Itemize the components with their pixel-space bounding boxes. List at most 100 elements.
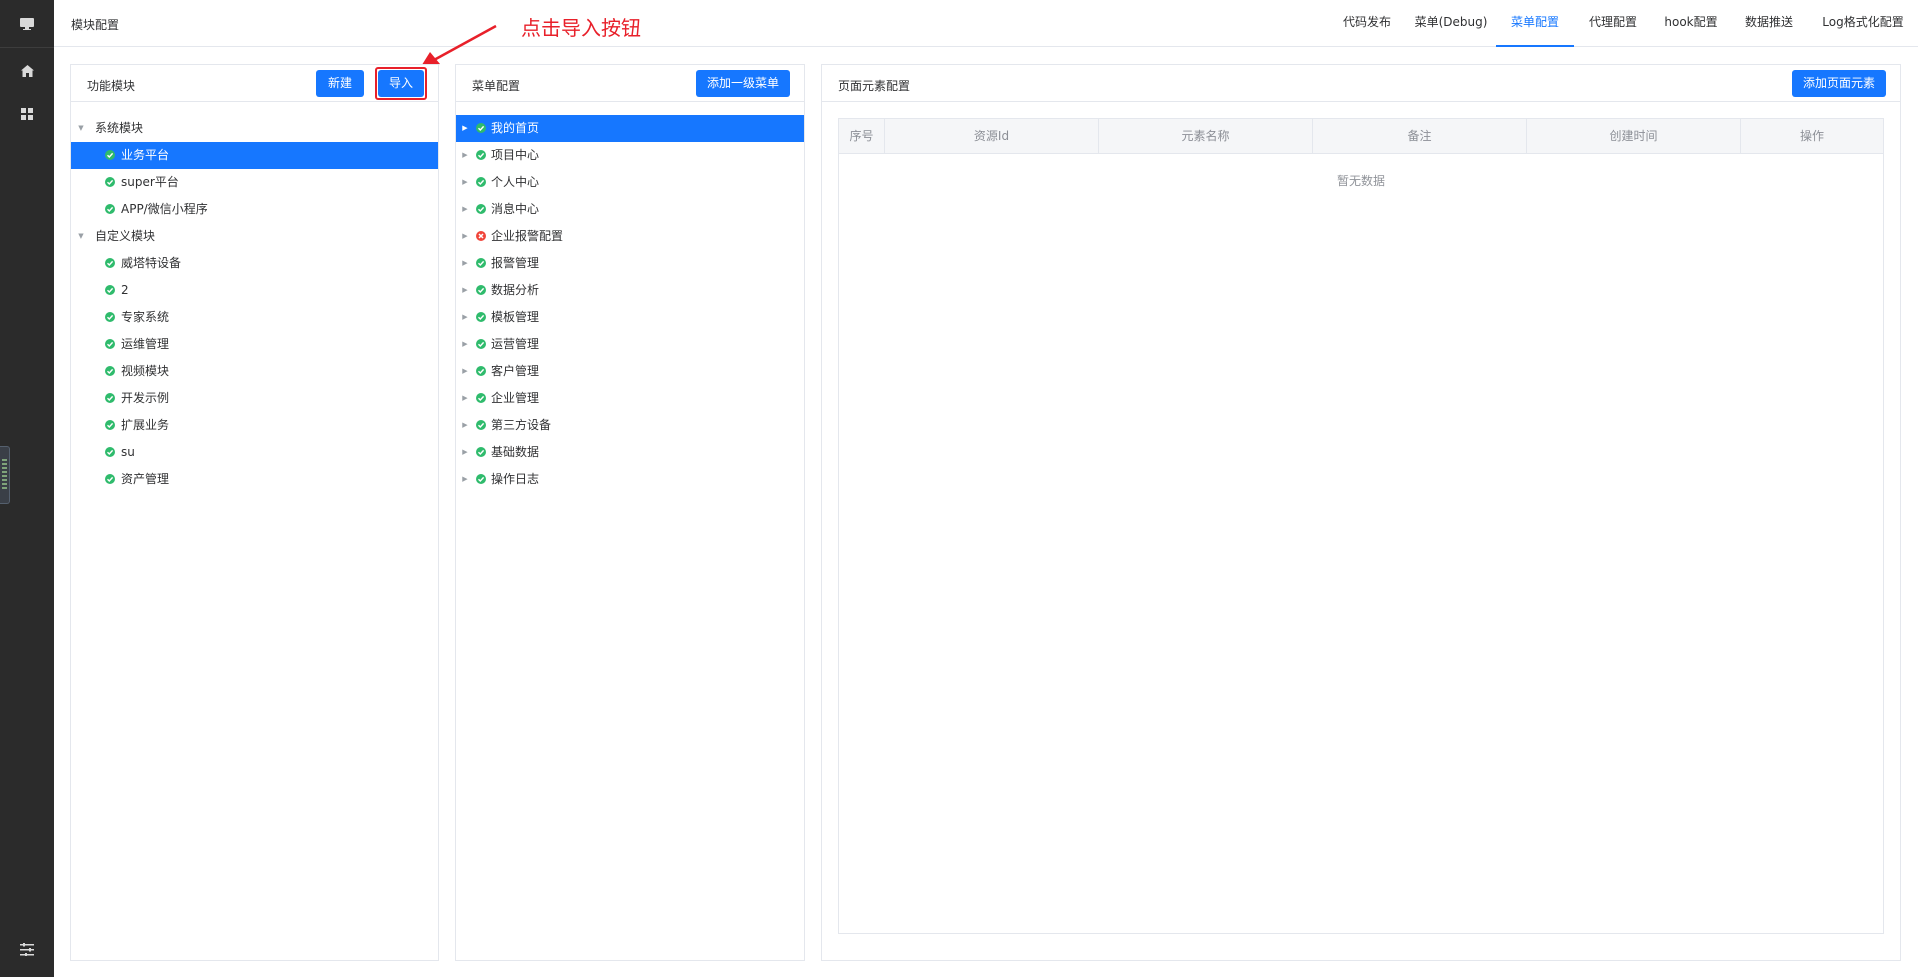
add-top-menu-button[interactable]: 添加一级菜单	[696, 70, 790, 97]
menu-item-label: 我的首页	[491, 121, 540, 135]
menu-item-label: 企业管理	[491, 391, 540, 405]
caret-right-icon[interactable]: ▶	[460, 439, 470, 466]
module-item-label: super平台	[121, 175, 179, 189]
menu-item[interactable]: ▶ 基础数据	[456, 439, 804, 466]
menu-item[interactable]: ▶ 个人中心	[456, 169, 804, 196]
module-item[interactable]: 业务平台	[71, 142, 438, 169]
home-icon[interactable]	[17, 61, 37, 81]
module-item[interactable]: 运维管理	[71, 331, 438, 358]
module-item[interactable]: APP/微信小程序	[71, 196, 438, 223]
caret-down-icon[interactable]: ▼	[76, 223, 86, 250]
module-item[interactable]: 威塔特设备	[71, 250, 438, 277]
tab-3[interactable]: 菜单配置	[1496, 0, 1574, 47]
table-column-header: 元素名称	[1099, 119, 1313, 154]
tree-group[interactable]: ▼ 系统模块	[71, 115, 438, 142]
caret-right-icon[interactable]: ▶	[460, 169, 470, 196]
menu-item-label: 运营管理	[491, 337, 540, 351]
monitor-icon[interactable]	[17, 14, 37, 34]
module-item[interactable]: 视频模块	[71, 358, 438, 385]
module-item[interactable]: super平台	[71, 169, 438, 196]
module-item-label: 威塔特设备	[121, 256, 182, 270]
caret-right-icon[interactable]: ▶	[460, 358, 470, 385]
modules-panel: 功能模块 新建 导入 ▼ 系统模块业务平台 super平台 APP/微信小程序 ▼ 自定义…	[70, 64, 439, 961]
caret-right-icon[interactable]: ▶	[460, 223, 470, 250]
caret-right-icon[interactable]: ▶	[460, 385, 470, 412]
table-column-header: 资源Id	[885, 119, 1099, 154]
menu-item[interactable]: ▶ 企业报警配置	[456, 223, 804, 250]
menu-item-label: 报警管理	[491, 256, 540, 270]
caret-right-icon[interactable]: ▶	[460, 277, 470, 304]
menu-item[interactable]: ▶ 模板管理	[456, 304, 804, 331]
top-nav-tabs: 代码发布 菜单(Debug) 菜单配置 代理配置 hook配置 数据推送 Log格式化配置	[1328, 0, 1918, 47]
empty-state: 暂无数据	[1336, 174, 1385, 188]
menu-item-label: 企业报警配置	[491, 229, 564, 243]
module-item-label: su	[121, 445, 135, 459]
caret-right-icon[interactable]: ▶	[460, 304, 470, 331]
module-item-label: 扩展业务	[121, 418, 170, 432]
menu-item[interactable]: ▶ 第三方设备	[456, 412, 804, 439]
check-status-icon	[105, 447, 115, 457]
module-item-label: 专家系统	[121, 310, 170, 324]
menu-item[interactable]: ▶ 我的首页	[456, 115, 804, 142]
menu-item[interactable]: ▶ 报警管理	[456, 250, 804, 277]
annotation-arrow	[420, 24, 497, 68]
table-column-header: 备注	[1313, 119, 1527, 154]
module-item[interactable]: su	[71, 439, 438, 466]
module-item[interactable]: 专家系统	[71, 304, 438, 331]
drag-handle[interactable]	[0, 446, 10, 504]
caret-right-icon[interactable]: ▶	[460, 412, 470, 439]
module-item-label: 业务平台	[121, 148, 170, 162]
tab-1[interactable]: 代码发布	[1328, 0, 1406, 47]
check-status-icon	[476, 420, 486, 430]
module-item-label: 资产管理	[121, 472, 170, 486]
tab-6[interactable]: 数据推送	[1730, 0, 1808, 47]
caret-right-icon[interactable]: ▶	[460, 466, 470, 493]
check-status-icon	[105, 204, 115, 214]
elements-table: 序号 资源Id 元素名称 备注 创建时间 操作 暂无数据	[838, 118, 1884, 934]
error-status-icon	[476, 231, 486, 241]
caret-right-icon[interactable]: ▶	[460, 142, 470, 169]
add-page-element-button[interactable]: 添加页面元素	[1792, 70, 1886, 97]
module-item[interactable]: 资产管理	[71, 466, 438, 493]
tab-5[interactable]: hook配置	[1652, 0, 1730, 47]
menu-item[interactable]: ▶ 运营管理	[456, 331, 804, 358]
caret-right-icon[interactable]: ▶	[460, 115, 470, 142]
menu-item[interactable]: ▶ 客户管理	[456, 358, 804, 385]
menu-item-label: 第三方设备	[491, 418, 552, 432]
sliders-icon[interactable]	[17, 939, 37, 959]
caret-down-icon[interactable]: ▼	[76, 115, 86, 142]
tree-group[interactable]: ▼ 自定义模块	[71, 223, 438, 250]
check-status-icon	[105, 474, 115, 484]
check-status-icon	[476, 150, 486, 160]
menu-panel: 菜单配置 添加一级菜单 ▶ 我的首页 ▶ 项目中心 ▶ 个人中心 ▶ 消息中心 ▶ 企业报警配置 ▶…	[455, 64, 805, 961]
table-column-header: 序号	[839, 119, 885, 154]
menu-item[interactable]: ▶ 操作日志	[456, 466, 804, 493]
rail-divider	[0, 47, 54, 48]
menu-item-label: 基础数据	[491, 445, 540, 459]
caret-right-icon[interactable]: ▶	[460, 196, 470, 223]
tree-group-label: 系统模块	[95, 121, 144, 135]
caret-right-icon[interactable]: ▶	[460, 331, 470, 358]
apps-grid-icon[interactable]	[17, 104, 37, 124]
menu-item[interactable]: ▶ 数据分析	[456, 277, 804, 304]
tab-4[interactable]: 代理配置	[1574, 0, 1652, 47]
check-status-icon	[105, 285, 115, 295]
menu-item-label: 客户管理	[491, 364, 540, 378]
menu-item-label: 数据分析	[491, 283, 540, 297]
module-item[interactable]: 2	[71, 277, 438, 304]
check-status-icon	[105, 150, 115, 160]
menu-item[interactable]: ▶ 企业管理	[456, 385, 804, 412]
check-status-icon	[476, 447, 486, 457]
caret-right-icon[interactable]: ▶	[460, 250, 470, 277]
module-item[interactable]: 开发示例	[71, 385, 438, 412]
tab-2[interactable]: 菜单(Debug)	[1406, 0, 1496, 47]
menu-item[interactable]: ▶ 项目中心	[456, 142, 804, 169]
new-module-button[interactable]: 新建	[316, 70, 364, 97]
check-status-icon	[476, 366, 486, 376]
check-status-icon	[105, 339, 115, 349]
tab-7[interactable]: Log格式化配置	[1808, 0, 1918, 47]
import-button[interactable]: 导入	[378, 70, 424, 97]
modules-panel-title: 功能模块	[87, 79, 136, 93]
module-item[interactable]: 扩展业务	[71, 412, 438, 439]
menu-item[interactable]: ▶ 消息中心	[456, 196, 804, 223]
